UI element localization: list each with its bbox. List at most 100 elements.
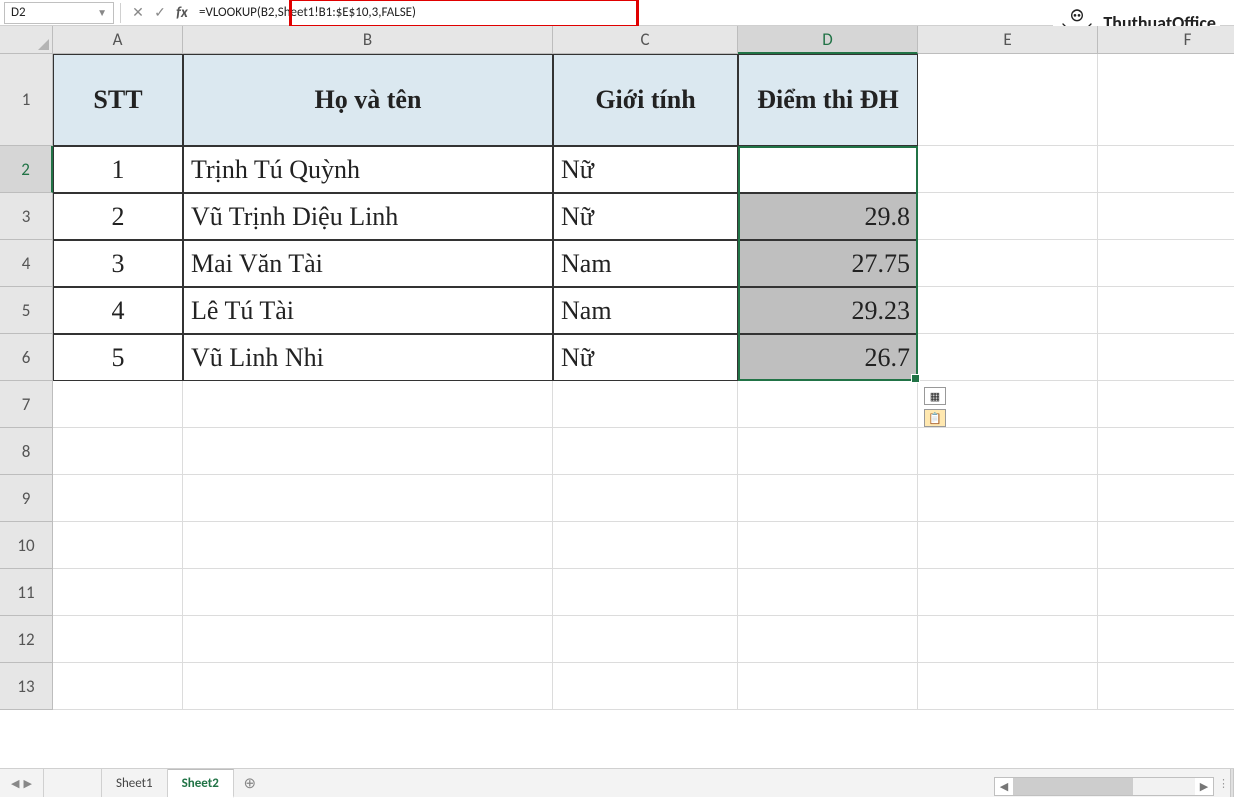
name-box[interactable]: D2 ▼ — [4, 2, 114, 24]
row-header-7[interactable]: 7 — [0, 381, 53, 428]
cell-B7[interactable] — [183, 381, 553, 428]
cell-gender-2[interactable]: Nữ — [553, 193, 738, 240]
cell-F6[interactable] — [1098, 334, 1234, 381]
cell-stt-1[interactable]: 1 — [53, 146, 183, 193]
row-header-5[interactable]: 5 — [0, 287, 53, 334]
cell-E11[interactable] — [918, 569, 1098, 616]
chevron-down-icon[interactable]: ▼ — [97, 6, 107, 19]
cell-C12[interactable] — [553, 616, 738, 663]
resize-grip-icon[interactable]: ⋮ — [1218, 777, 1230, 790]
cell-A11[interactable] — [53, 569, 183, 616]
header-score[interactable]: Điểm thi ĐH — [738, 54, 918, 146]
cell-B13[interactable] — [183, 663, 553, 710]
cell-F5[interactable] — [1098, 287, 1234, 334]
check-icon[interactable]: ✓ — [149, 2, 171, 24]
scroll-left-icon[interactable]: ◀ — [995, 780, 1013, 793]
cell-B8[interactable] — [183, 428, 553, 475]
cell-F12[interactable] — [1098, 616, 1234, 663]
cell-F11[interactable] — [1098, 569, 1234, 616]
cancel-icon[interactable]: ✕ — [127, 2, 149, 24]
scroll-separator[interactable] — [1230, 769, 1234, 797]
fx-icon[interactable]: fx — [171, 2, 193, 24]
row-header-13[interactable]: 13 — [0, 663, 53, 710]
cell-E12[interactable] — [918, 616, 1098, 663]
cell-E2[interactable] — [918, 146, 1098, 193]
row-header-3[interactable]: 3 — [0, 193, 53, 240]
scroll-track[interactable] — [1013, 778, 1195, 795]
cell-F10[interactable] — [1098, 522, 1234, 569]
cell-E13[interactable] — [918, 663, 1098, 710]
cell-E6[interactable] — [918, 334, 1098, 381]
cell-E5[interactable] — [918, 287, 1098, 334]
cell-A10[interactable] — [53, 522, 183, 569]
cell-D11[interactable] — [738, 569, 918, 616]
cell-F13[interactable] — [1098, 663, 1234, 710]
cell-D9[interactable] — [738, 475, 918, 522]
cell-A13[interactable] — [53, 663, 183, 710]
select-all-triangle[interactable] — [0, 26, 53, 54]
cell-score-4[interactable]: 29.23 — [738, 287, 918, 334]
cell-B12[interactable] — [183, 616, 553, 663]
cell-gender-1[interactable]: Nữ — [553, 146, 738, 193]
cell-E3[interactable] — [918, 193, 1098, 240]
cell-D8[interactable] — [738, 428, 918, 475]
cell-stt-3[interactable]: 3 — [53, 240, 183, 287]
cell-E4[interactable] — [918, 240, 1098, 287]
sheet-tab-sheet2[interactable]: Sheet2 — [168, 769, 234, 798]
horizontal-scrollbar[interactable]: ◀ ▶ — [994, 777, 1214, 796]
row-header-4[interactable]: 4 — [0, 240, 53, 287]
cell-A7[interactable] — [53, 381, 183, 428]
row-header-12[interactable]: 12 — [0, 616, 53, 663]
sheet-tab-sheet1[interactable]: Sheet1 — [102, 769, 168, 797]
cell-name-1[interactable]: Trịnh Tú Quỳnh — [183, 146, 553, 193]
header-gender[interactable]: Giới tính — [553, 54, 738, 146]
cell-stt-2[interactable]: 2 — [53, 193, 183, 240]
row-header-6[interactable]: 6 — [0, 334, 53, 381]
paste-options-icon[interactable]: 📋 — [924, 409, 946, 427]
cell-F8[interactable] — [1098, 428, 1234, 475]
cell-F4[interactable] — [1098, 240, 1234, 287]
cell-stt-4[interactable]: 4 — [53, 287, 183, 334]
cell-C11[interactable] — [553, 569, 738, 616]
cell-F3[interactable] — [1098, 193, 1234, 240]
cell-D7[interactable] — [738, 381, 918, 428]
row-header-2[interactable]: 2 — [0, 146, 53, 193]
cell-C7[interactable] — [553, 381, 738, 428]
cell-gender-3[interactable]: Nam — [553, 240, 738, 287]
row-header-10[interactable]: 10 — [0, 522, 53, 569]
scroll-thumb[interactable] — [1013, 778, 1133, 795]
column-header-C[interactable]: C — [553, 26, 738, 54]
header-stt[interactable]: STT — [53, 54, 183, 146]
cell-name-3[interactable]: Mai Văn Tài — [183, 240, 553, 287]
cell-A12[interactable] — [53, 616, 183, 663]
column-header-E[interactable]: E — [918, 26, 1098, 54]
cell-C13[interactable] — [553, 663, 738, 710]
column-header-D[interactable]: D — [738, 26, 918, 54]
cell-B11[interactable] — [183, 569, 553, 616]
cell-E9[interactable] — [918, 475, 1098, 522]
column-header-A[interactable]: A — [53, 26, 183, 54]
cell-B10[interactable] — [183, 522, 553, 569]
scroll-right-icon[interactable]: ▶ — [1195, 780, 1213, 793]
cell-gender-5[interactable]: Nữ — [553, 334, 738, 381]
tab-nav-arrows[interactable]: ◀▶ — [0, 769, 44, 797]
cell-A8[interactable] — [53, 428, 183, 475]
cell-F7[interactable] — [1098, 381, 1234, 428]
cell-F2[interactable] — [1098, 146, 1234, 193]
cell-D13[interactable] — [738, 663, 918, 710]
cell-score-3[interactable]: 27.75 — [738, 240, 918, 287]
autofill-options-icon[interactable]: ▦ — [924, 387, 946, 405]
add-sheet-button[interactable]: ⊕ — [234, 769, 266, 797]
cell-name-4[interactable]: Lê Tú Tài — [183, 287, 553, 334]
cell-C9[interactable] — [553, 475, 738, 522]
cell-score-1[interactable]: 28 — [738, 146, 918, 193]
cell-score-5[interactable]: 26.7 — [738, 334, 918, 381]
row-header-8[interactable]: 8 — [0, 428, 53, 475]
cell-D12[interactable] — [738, 616, 918, 663]
cell-B9[interactable] — [183, 475, 553, 522]
cell-C8[interactable] — [553, 428, 738, 475]
cell-D10[interactable] — [738, 522, 918, 569]
column-header-F[interactable]: F — [1098, 26, 1234, 54]
cell-name-2[interactable]: Vũ Trịnh Diệu Linh — [183, 193, 553, 240]
cell-stt-5[interactable]: 5 — [53, 334, 183, 381]
